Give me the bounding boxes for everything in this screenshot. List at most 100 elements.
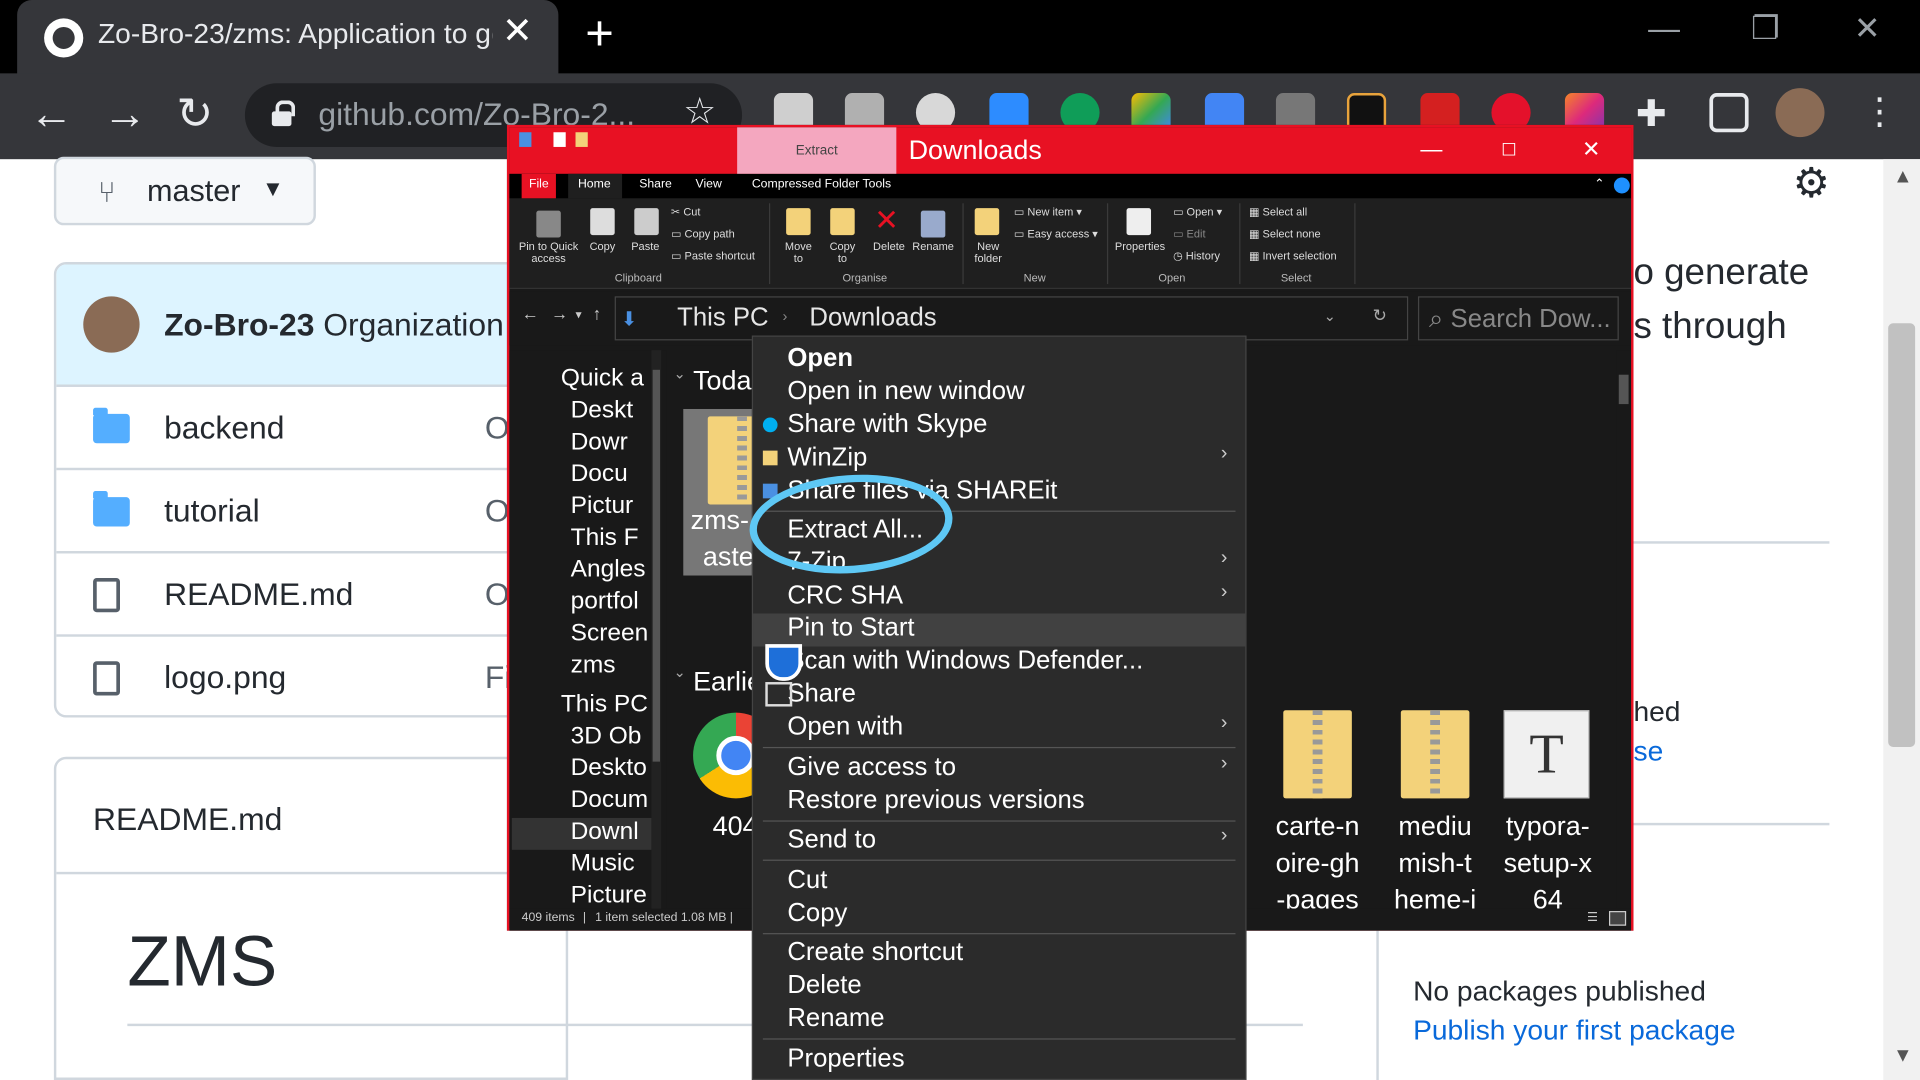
menu-item-copy[interactable]: Copy <box>753 899 1245 932</box>
publish-package-link[interactable]: Publish your first package <box>1413 1014 1735 1047</box>
page-scrollbar[interactable]: ▲ ▼ <box>1883 159 1920 1080</box>
menu-item-restore-versions[interactable]: Restore previous versions <box>753 786 1245 819</box>
open-button[interactable]: ▭ Open ▾ <box>1173 206 1222 219</box>
move-to-button[interactable]: Move to <box>779 240 818 264</box>
file-name[interactable]: logo.png <box>164 659 286 697</box>
back-icon[interactable]: ← <box>522 304 539 324</box>
cut-button[interactable]: ✂ Cut <box>671 206 700 219</box>
menu-item-crc-sha[interactable]: CRC SHA › <box>753 582 1245 615</box>
maximize-button[interactable]: ☐ <box>1501 140 1516 161</box>
extensions-puzzle-icon[interactable]: ✚ <box>1636 93 1667 136</box>
edit-button[interactable]: ▭ Edit <box>1173 228 1205 241</box>
close-window-button[interactable]: ✕ <box>1854 10 1881 48</box>
file-name[interactable]: README.md <box>164 576 353 614</box>
selected-file-tile[interactable]: zms- aste <box>683 408 777 576</box>
menu-item-create-shortcut[interactable]: Create shortcut <box>753 938 1245 971</box>
easy-access-button[interactable]: ▭ Easy access ▾ <box>1014 228 1098 241</box>
invert-selection-button[interactable]: ▦ Invert selection <box>1249 250 1337 263</box>
menu-item-open[interactable]: Open <box>753 344 1245 377</box>
nav-scrollbar[interactable] <box>651 350 662 909</box>
zip-folder-icon[interactable] <box>1400 710 1470 799</box>
tab-view[interactable]: View <box>696 178 722 191</box>
menu-item-winzip[interactable]: WinZip › <box>753 443 1245 476</box>
menu-item-cut[interactable]: Cut <box>753 866 1245 899</box>
avatar[interactable] <box>83 296 140 353</box>
paste-shortcut-button[interactable]: ▭ Paste shortcut <box>671 250 755 263</box>
table-row[interactable]: README.md O <box>56 553 566 637</box>
menu-item-delete[interactable]: Delete <box>753 971 1245 1004</box>
help-icon[interactable] <box>1613 177 1630 194</box>
breadcrumb-this-pc[interactable]: This PC <box>677 304 768 333</box>
scroll-thumb[interactable] <box>1888 323 1916 747</box>
reload-icon[interactable]: ↻ <box>176 88 213 139</box>
menu-item-pin-to-start[interactable]: Pin to Start <box>753 613 1246 647</box>
menu-item-share-skype[interactable]: Share with Skype <box>753 410 1245 443</box>
tab-share[interactable]: Share <box>639 178 672 191</box>
copy-to-button[interactable]: Copy to <box>823 240 862 264</box>
large-icons-view-icon[interactable] <box>1608 911 1627 926</box>
table-row[interactable]: tutorial O <box>56 470 566 554</box>
address-bar[interactable]: ⬇ This PC › Downloads ⌄ ↻ <box>614 296 1409 341</box>
zip-folder-icon[interactable] <box>1283 710 1352 799</box>
file-name[interactable]: mediu mish-t heme-i <box>1374 808 1496 918</box>
search-input[interactable]: ⌕ Search Dow... <box>1417 296 1619 341</box>
menu-item-open-new-window[interactable]: Open in new window <box>753 377 1245 410</box>
history-button[interactable]: ◷ History <box>1173 250 1220 263</box>
back-icon[interactable]: ← <box>29 88 73 139</box>
details-view-icon[interactable]: ☰ <box>1587 911 1598 924</box>
menu-item-send-to[interactable]: Send to › <box>753 825 1245 858</box>
tab-extract[interactable]: Extract <box>737 127 897 174</box>
branch-selector[interactable]: ⑂ master ▼ <box>53 156 316 226</box>
table-row[interactable]: logo.png Fi <box>56 637 565 715</box>
file-name[interactable]: tutorial <box>164 492 260 530</box>
menu-item-give-access[interactable]: Give access to › <box>753 753 1245 786</box>
pin-to-quick-access-button[interactable]: Pin to Quick access <box>514 240 583 264</box>
close-window-button[interactable]: ✕ <box>1582 137 1600 163</box>
collapse-ribbon-icon[interactable]: ⌃ <box>1594 178 1604 191</box>
readme-header[interactable]: README.md <box>93 801 282 839</box>
restore-button[interactable]: ❐ <box>1751 10 1780 48</box>
scroll-thumb[interactable] <box>1618 374 1629 405</box>
group-header-today[interactable]: Toda <box>693 365 751 397</box>
menu-item-scan-defender[interactable]: Scan with Windows Defender... <box>753 644 1245 681</box>
scroll-thumb[interactable] <box>652 369 661 762</box>
rename-button[interactable]: Rename <box>911 240 955 252</box>
menu-item-share[interactable]: Share <box>753 680 1245 713</box>
file-name[interactable]: typora-setup-x 64 <box>1487 808 1609 918</box>
explorer-title-bar[interactable]: Extract Downloads — ☐ ✕ <box>509 127 1632 174</box>
menu-item-open-with[interactable]: Open with › <box>753 713 1245 746</box>
refresh-icon[interactable]: ↻ <box>1373 305 1387 326</box>
new-folder-button[interactable]: New folder <box>967 240 1009 264</box>
copy-button[interactable]: Copy <box>585 240 619 252</box>
quick-access-icon[interactable] <box>519 132 532 147</box>
scroll-down-icon[interactable]: ▼ <box>1893 1046 1912 1068</box>
minimize-button[interactable]: — <box>1648 10 1680 48</box>
org-name[interactable]: Zo-Bro-23 Organization <box>164 306 504 344</box>
properties-icon[interactable] <box>553 132 566 147</box>
gear-icon[interactable]: ⚙ <box>1793 159 1830 208</box>
cast-icon[interactable] <box>1709 93 1749 133</box>
breadcrumb-downloads[interactable]: Downloads <box>809 304 936 333</box>
forward-icon[interactable]: → <box>103 88 147 139</box>
browser-tab[interactable]: Zo-Bro-23/zms: Application to ge ✕ <box>17 0 559 76</box>
close-tab-icon[interactable]: ✕ <box>502 10 533 53</box>
tab-file[interactable]: File <box>521 173 556 199</box>
table-row[interactable]: backend O <box>56 387 566 471</box>
file-view-scrollbar[interactable] <box>1616 350 1632 909</box>
delete-button[interactable]: Delete <box>869 240 908 252</box>
select-none-button[interactable]: ▦ Select none <box>1249 228 1321 241</box>
menu-item-properties[interactable]: Properties <box>753 1044 1245 1077</box>
chevron-down-icon[interactable]: ⌄ <box>673 664 685 681</box>
up-icon[interactable]: ↑ <box>593 304 602 324</box>
recent-locations-icon[interactable]: ▾ <box>576 309 582 322</box>
copy-path-button[interactable]: ▭ Copy path <box>671 228 735 241</box>
paste-button[interactable]: Paste <box>627 240 664 252</box>
menu-item-rename[interactable]: Rename <box>753 1004 1245 1037</box>
scroll-up-icon[interactable]: ▲ <box>1893 167 1912 189</box>
select-all-button[interactable]: ▦ Select all <box>1249 206 1307 219</box>
chevron-down-icon[interactable]: ⌄ <box>1324 307 1336 324</box>
profile-avatar[interactable] <box>1775 88 1825 138</box>
new-tab-button[interactable]: + <box>585 7 614 62</box>
file-name[interactable]: carte-n oire-gh -pages <box>1256 808 1378 918</box>
forward-icon[interactable]: → <box>551 304 568 324</box>
